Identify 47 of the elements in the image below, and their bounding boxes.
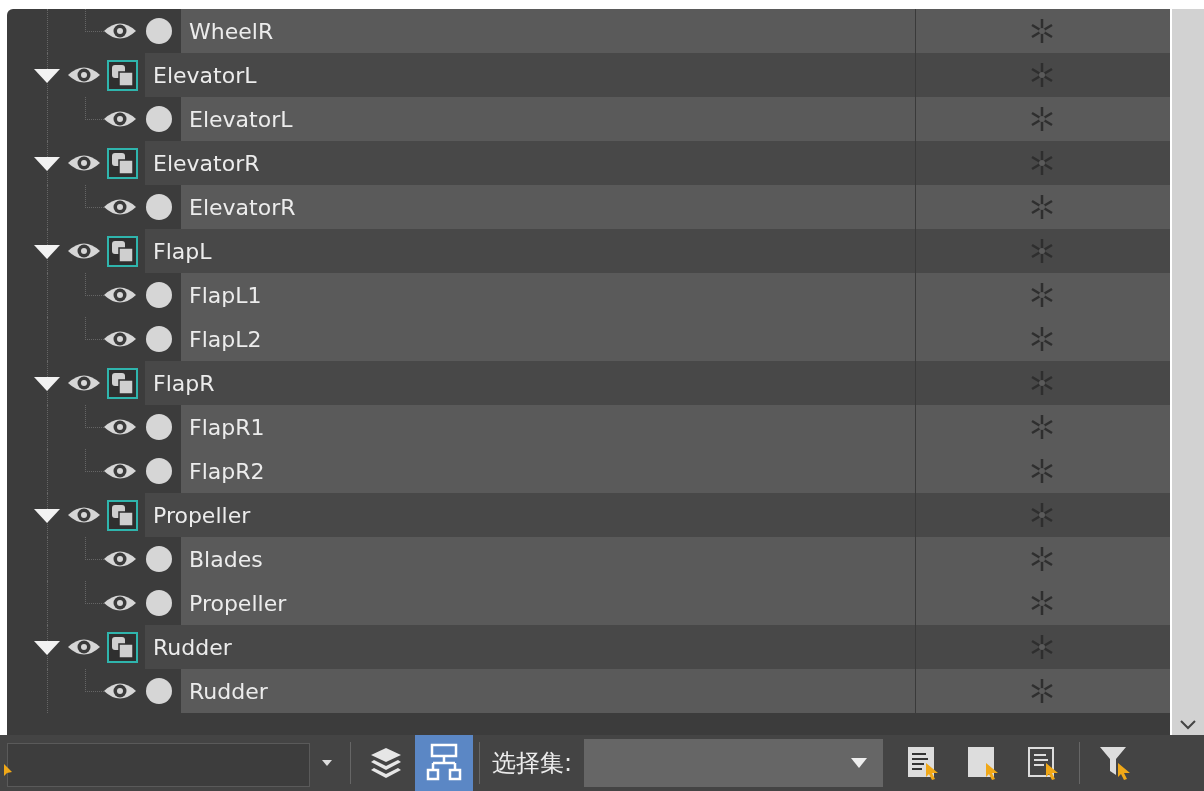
object-icon [146, 326, 172, 352]
expand-triangle-icon[interactable] [33, 640, 61, 656]
group-icon [107, 368, 138, 399]
hierarchy-view-button[interactable] [415, 735, 473, 791]
hierarchy-icon [426, 743, 462, 783]
object-name[interactable]: FlapR2 [181, 449, 917, 493]
group-name[interactable]: ElevatorL [145, 53, 917, 97]
expand-triangle-icon[interactable] [33, 68, 61, 84]
object-icon [146, 458, 172, 484]
group-icon [107, 148, 138, 179]
object-name[interactable]: FlapL2 [181, 317, 917, 361]
object-icon [146, 546, 172, 572]
object-icon [146, 414, 172, 440]
group-icon [107, 500, 138, 531]
group-icon [107, 60, 138, 91]
scrollbar[interactable] [1172, 9, 1204, 735]
group-name[interactable]: Rudder [145, 625, 917, 669]
group-icon [107, 632, 138, 663]
group-name[interactable]: FlapL [145, 229, 917, 273]
group-icon [107, 236, 138, 267]
object-icon [146, 194, 172, 220]
group-name[interactable]: ElevatorR [145, 141, 917, 185]
group-name[interactable]: FlapR [145, 361, 917, 405]
cursor-icon [4, 764, 12, 776]
object-icon [146, 282, 172, 308]
object-name[interactable]: WheelR [181, 9, 917, 53]
group-name[interactable]: Propeller [145, 493, 917, 537]
expand-triangle-icon[interactable] [33, 376, 61, 392]
object-name[interactable]: Rudder [181, 669, 917, 713]
object-icon [146, 106, 172, 132]
expand-triangle-icon[interactable] [33, 244, 61, 260]
object-icon [146, 18, 172, 44]
dropdown-arrow-icon [851, 758, 868, 768]
object-name[interactable]: ElevatorL [181, 97, 917, 141]
object-name[interactable]: FlapR1 [181, 405, 917, 449]
chevron-down-icon[interactable] [1179, 719, 1197, 731]
dropdown-arrow-icon[interactable] [322, 760, 332, 766]
object-icon [146, 678, 172, 704]
expand-triangle-icon[interactable] [33, 156, 61, 172]
object-name[interactable]: Blades [181, 537, 917, 581]
selection-set-label: 选择集: [492, 748, 573, 779]
object-name[interactable]: FlapL1 [181, 273, 917, 317]
object-icon [146, 590, 172, 616]
object-name[interactable]: Propeller [181, 581, 917, 625]
object-name[interactable]: ElevatorR [181, 185, 917, 229]
expand-triangle-icon[interactable] [33, 508, 61, 524]
search-field[interactable] [7, 743, 310, 787]
